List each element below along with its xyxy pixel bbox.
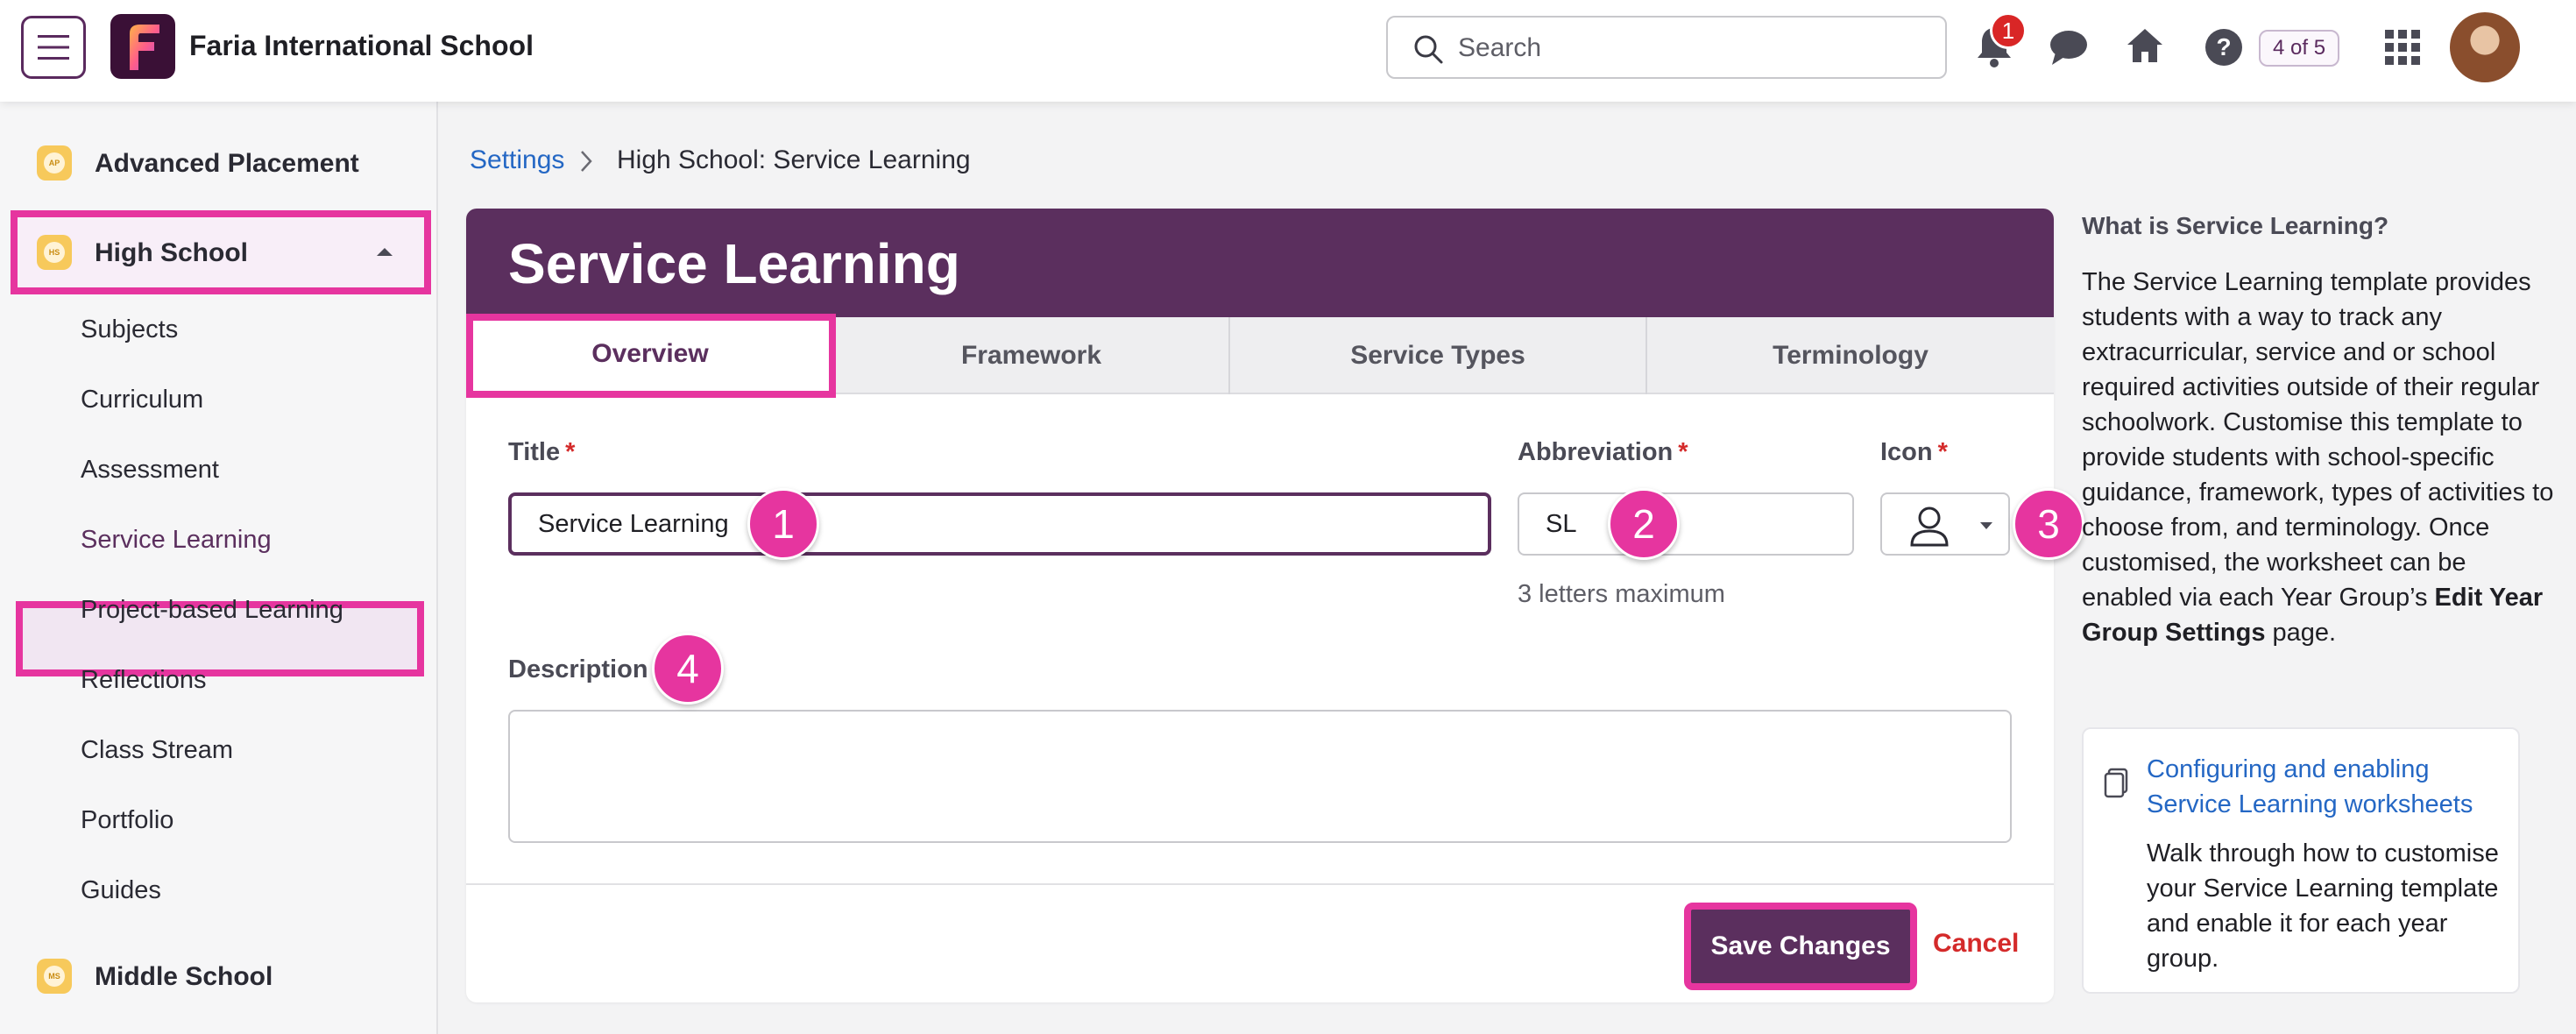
apps-grid-icon[interactable]	[2385, 30, 2420, 65]
required-mark: *	[1937, 438, 1948, 466]
tab-terminology[interactable]: Terminology	[1647, 317, 2054, 394]
sidebar: AP Advanced Placement HS High School Sub…	[0, 102, 438, 1034]
abbreviation-hint: 3 letters maximum	[1518, 580, 1725, 608]
help-panel-text: The Service Learning template provides s…	[2082, 265, 2555, 650]
sidebar-group-high-school[interactable]: HS High School	[11, 210, 431, 294]
help-resource-card: Configuring and enabling Service Learnin…	[2082, 727, 2520, 994]
abbreviation-input[interactable]: SL	[1518, 492, 1854, 556]
group-icon-text: AP	[44, 152, 65, 174]
required-mark: *	[1678, 438, 1688, 466]
title-input[interactable]: Service Learning	[508, 492, 1491, 556]
school-name: Faria International School	[189, 30, 534, 61]
callout-marker-2: 2	[1608, 488, 1680, 560]
progress-counter[interactable]: 4 of 5	[2259, 30, 2340, 67]
tab-framework[interactable]: Framework	[834, 317, 1230, 394]
group-icon-text: HS	[44, 242, 65, 263]
caret-down-icon	[1980, 522, 1992, 529]
title-label-text: Title	[508, 438, 561, 466]
document-icon	[2104, 768, 2128, 798]
top-bar: Faria International School Search 1 ? 4 …	[0, 0, 2576, 102]
callout-marker-1: 1	[747, 488, 819, 560]
abbreviation-input-value: SL	[1546, 509, 1577, 538]
help-text-part: page.	[2265, 619, 2337, 647]
sidebar-item-guides[interactable]: Guides	[81, 876, 161, 905]
icon-label: Icon *	[1880, 438, 1948, 467]
home-icon[interactable]	[2126, 26, 2164, 65]
description-label: Description	[508, 655, 648, 683]
tab-bar: Overview Framework Service Types Termino…	[466, 314, 2054, 398]
hamburger-icon	[38, 35, 69, 60]
icon-label-text: Icon	[1880, 438, 1933, 466]
card-header: Service Learning	[466, 209, 2054, 317]
chevron-right-icon	[581, 151, 592, 172]
school-logo[interactable]	[110, 14, 175, 79]
tab-overview[interactable]: Overview	[466, 314, 836, 398]
advanced-placement-icon: AP	[37, 145, 72, 181]
sidebar-group-label: Advanced Placement	[95, 149, 359, 178]
sidebar-item-reflections[interactable]: Reflections	[81, 666, 206, 695]
user-avatar[interactable]	[2450, 12, 2520, 82]
sidebar-item-assessment[interactable]: Assessment	[81, 456, 219, 485]
callout-marker-4: 4	[652, 633, 724, 705]
sidebar-item-portfolio[interactable]: Portfolio	[81, 806, 173, 835]
help-article-description: Walk through how to customise your Servi…	[2147, 839, 2499, 973]
sidebar-group-advanced-placement[interactable]: AP Advanced Placement	[11, 126, 428, 202]
sidebar-group-label: High School	[95, 238, 248, 267]
sidebar-item-class-stream[interactable]: Class Stream	[81, 736, 233, 765]
chat-icon[interactable]	[2049, 28, 2089, 67]
description-textarea[interactable]	[508, 710, 2012, 843]
breadcrumb-settings-link[interactable]: Settings	[470, 145, 564, 175]
middle-school-icon: MS	[37, 959, 72, 994]
help-text-part: The Service Learning template provides s…	[2082, 268, 2554, 612]
callout-marker-3: 3	[2013, 488, 2084, 560]
person-icon	[1910, 506, 1949, 547]
icon-select-dropdown[interactable]	[1880, 492, 2010, 556]
abbreviation-label: Abbreviation *	[1518, 438, 1688, 467]
save-changes-button[interactable]: Save Changes	[1684, 903, 1917, 990]
sidebar-item-curriculum[interactable]: Curriculum	[81, 386, 203, 414]
page-title: Service Learning	[508, 232, 960, 295]
settings-card: Service Learning Overview Framework Serv…	[466, 209, 2054, 1002]
breadcrumb-current: High School: Service Learning	[617, 145, 971, 174]
sidebar-item-project-based-learning[interactable]: Project-based Learning	[81, 596, 343, 625]
form-footer-divider	[466, 883, 2054, 885]
notification-badge: 1	[1990, 12, 2027, 49]
help-panel-title: What is Service Learning?	[2082, 212, 2389, 239]
help-icon[interactable]: ?	[2204, 28, 2243, 67]
sidebar-group-middle-school[interactable]: MS Middle School	[11, 939, 428, 1015]
sidebar-item-subjects[interactable]: Subjects	[81, 315, 178, 344]
tab-service-types[interactable]: Service Types	[1230, 317, 1647, 394]
title-input-value: Service Learning	[538, 509, 729, 538]
search-icon	[1414, 35, 1443, 64]
cancel-button[interactable]: Cancel	[1933, 929, 2019, 959]
required-mark: *	[565, 438, 576, 466]
faria-logo-icon	[130, 25, 159, 70]
sidebar-item-service-learning[interactable]: Service Learning	[81, 526, 272, 555]
title-label: Title *	[508, 438, 575, 467]
hamburger-menu-button[interactable]	[21, 16, 86, 79]
svg-text:?: ?	[2216, 33, 2231, 60]
high-school-icon: HS	[37, 235, 72, 270]
abbreviation-label-text: Abbreviation	[1518, 438, 1674, 466]
search-input[interactable]: Search	[1386, 16, 1947, 79]
help-article-link[interactable]: Configuring and enabling Service Learnin…	[2147, 752, 2506, 822]
group-icon-text: MS	[44, 966, 65, 987]
chevron-up-icon[interactable]	[375, 245, 394, 258]
search-placeholder: Search	[1458, 33, 1542, 62]
sidebar-group-label: Middle School	[95, 962, 273, 991]
